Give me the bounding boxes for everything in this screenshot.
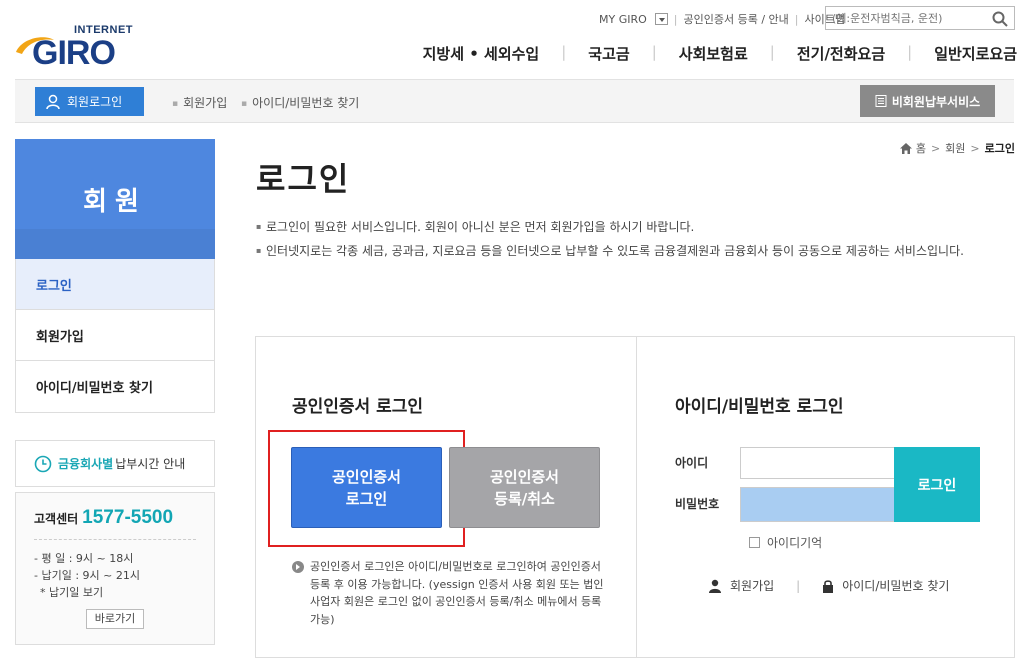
cs-label: 고객센터 bbox=[34, 512, 79, 526]
cert-register-line2: 등록/취소 bbox=[494, 489, 555, 508]
cs-due-date-link[interactable]: * 납기일 보기 bbox=[34, 584, 196, 601]
login-button[interactable]: 로그인 bbox=[894, 447, 980, 522]
cs-phone: 1577-5500 bbox=[82, 507, 174, 528]
login-panel: 공인인증서 로그인 공인인증서 로그인 공인인증서 등록/취소 공인인증서 로그… bbox=[255, 336, 1015, 658]
payment-time-guide[interactable]: 금융회사별 납부시간 안내 bbox=[15, 440, 215, 487]
gnb-utility-bills[interactable]: 전기/전화요금 bbox=[797, 43, 885, 64]
paytime-highlight: 금융회사별 bbox=[58, 457, 114, 471]
notice-list: 로그인이 필요한 서비스입니다. 회원이 아니신 분은 먼저 회원가입을 하시기… bbox=[256, 217, 1016, 265]
global-nav: 지방세 • 세외수입 | 국고금 | 사회보험료 | 전기/전화요금 | 일반지… bbox=[423, 43, 1017, 64]
util-separator: | bbox=[673, 12, 678, 26]
password-label: 비밀번호 bbox=[675, 497, 720, 511]
cert-register-button[interactable]: 공인인증서 등록/취소 bbox=[449, 447, 600, 528]
notice-item: 인터넷지로는 각종 세금, 공과금, 지로요금 등을 인터넷으로 납부할 수 있… bbox=[256, 241, 1016, 261]
lock-icon bbox=[823, 579, 834, 593]
join-link[interactable]: 회원가입 bbox=[172, 94, 227, 111]
page-title: 로그인 bbox=[256, 160, 351, 198]
panel-links: 회원가입 | 아이디/비밀번호 찾기 bbox=[708, 577, 949, 594]
gnb-local-tax[interactable]: 지방세 • 세외수입 bbox=[423, 43, 540, 64]
cert-login-line1: 공인인증서 bbox=[331, 467, 401, 486]
gnb-separator: | bbox=[561, 43, 567, 61]
id-login-title: 아이디/비밀번호 로그인 bbox=[675, 397, 844, 417]
breadcrumb-home[interactable]: 홈 bbox=[916, 140, 926, 156]
gnb-separator: | bbox=[651, 43, 657, 61]
lnb-item-join[interactable]: 회원가입 bbox=[16, 310, 214, 361]
password-input[interactable] bbox=[740, 487, 898, 522]
document-icon bbox=[875, 95, 887, 107]
cs-hours-due: - 납기일 : 9시 ~ 21시 bbox=[34, 569, 140, 582]
member-login-button[interactable]: 회원로그인 bbox=[35, 87, 144, 116]
panel-divider bbox=[636, 337, 637, 657]
cert-register-link[interactable]: 공인인증서 등록 / 안내 bbox=[684, 11, 789, 27]
breadcrumb: 홈 > 회원 > 로그인 bbox=[899, 140, 1015, 156]
person-icon bbox=[709, 579, 721, 593]
panel-join-link[interactable]: 회원가입 bbox=[730, 577, 774, 594]
mygiro-link[interactable]: MY GIRO bbox=[599, 13, 647, 26]
breadcrumb-member[interactable]: 회원 bbox=[945, 140, 965, 156]
panel-find-link[interactable]: 아이디/비밀번호 찾기 bbox=[842, 577, 949, 594]
cert-login-title: 공인인증서 로그인 bbox=[292, 397, 424, 417]
lnb-item-find[interactable]: 아이디/비밀번호 찾기 bbox=[16, 361, 214, 412]
cs-hours-weekday: - 평 일 : 9시 ~ 18시 bbox=[34, 552, 134, 565]
id-input[interactable] bbox=[740, 447, 898, 479]
lnb-item-login[interactable]: 로그인 bbox=[16, 259, 214, 310]
cert-description-text: 공인인증서 로그인은 아이디/비밀번호로 로그인하여 공인인증서 등록 후 이용… bbox=[310, 560, 604, 626]
clock-icon bbox=[34, 455, 52, 472]
member-subbar: 회원로그인 회원가입 아이디/비밀번호 찾기 비회원납부서비스 bbox=[15, 79, 1014, 123]
gnb-separator: | bbox=[907, 43, 913, 61]
cert-description: 공인인증서 로그인은 아이디/비밀번호로 로그인하여 공인인증서 등록 후 이용… bbox=[292, 558, 608, 628]
cert-login-line2: 로그인 bbox=[345, 489, 388, 508]
notice-item: 로그인이 필요한 서비스입니다. 회원이 아니신 분은 먼저 회원가입을 하시기… bbox=[256, 217, 1016, 237]
remember-id[interactable]: 아이디기억 bbox=[749, 534, 822, 551]
util-separator: | bbox=[794, 12, 799, 26]
search-input[interactable] bbox=[826, 7, 986, 29]
search-icon[interactable] bbox=[992, 11, 1008, 27]
remember-id-label: 아이디기억 bbox=[767, 536, 823, 550]
member-login-label: 회원로그인 bbox=[67, 95, 123, 109]
find-id-pw-link[interactable]: 아이디/비밀번호 찾기 bbox=[241, 94, 359, 111]
cert-login-button[interactable]: 공인인증서 로그인 bbox=[291, 447, 442, 528]
gnb-social-insurance[interactable]: 사회보험료 bbox=[679, 43, 748, 64]
nonmember-pay-button[interactable]: 비회원납부서비스 bbox=[860, 85, 995, 117]
home-icon bbox=[899, 142, 912, 154]
logo-big-text: GIRO bbox=[32, 34, 116, 72]
left-nav: 로그인 회원가입 아이디/비밀번호 찾기 bbox=[15, 259, 215, 413]
lnb-header: 회원 bbox=[15, 139, 215, 259]
search-box bbox=[825, 6, 1015, 30]
cs-go-button[interactable]: 바로가기 bbox=[86, 609, 144, 629]
giro-logo[interactable]: INTERNET GIRO bbox=[14, 22, 140, 74]
mygiro-dropdown-icon[interactable] bbox=[654, 13, 668, 25]
gnb-separator: | bbox=[769, 43, 775, 61]
breadcrumb-current: 로그인 bbox=[984, 142, 1015, 155]
nonmember-pay-label: 비회원납부서비스 bbox=[891, 94, 981, 109]
remember-id-checkbox[interactable] bbox=[749, 537, 760, 548]
utility-nav: MY GIRO | 공인인증서 등록 / 안내 | 사이트맵 bbox=[599, 11, 845, 27]
arrow-right-icon bbox=[292, 561, 304, 573]
cert-register-line1: 공인인증서 bbox=[489, 467, 559, 486]
gnb-national-treasury[interactable]: 국고금 bbox=[588, 43, 629, 64]
customer-center: 고객센터 1577-5500 - 평 일 : 9시 ~ 18시 - 납기일 : … bbox=[15, 492, 215, 645]
user-icon bbox=[46, 94, 60, 109]
id-label: 아이디 bbox=[675, 456, 709, 470]
gnb-general-giro[interactable]: 일반지로요금 bbox=[934, 43, 1017, 64]
paytime-rest: 납부시간 안내 bbox=[115, 457, 186, 471]
